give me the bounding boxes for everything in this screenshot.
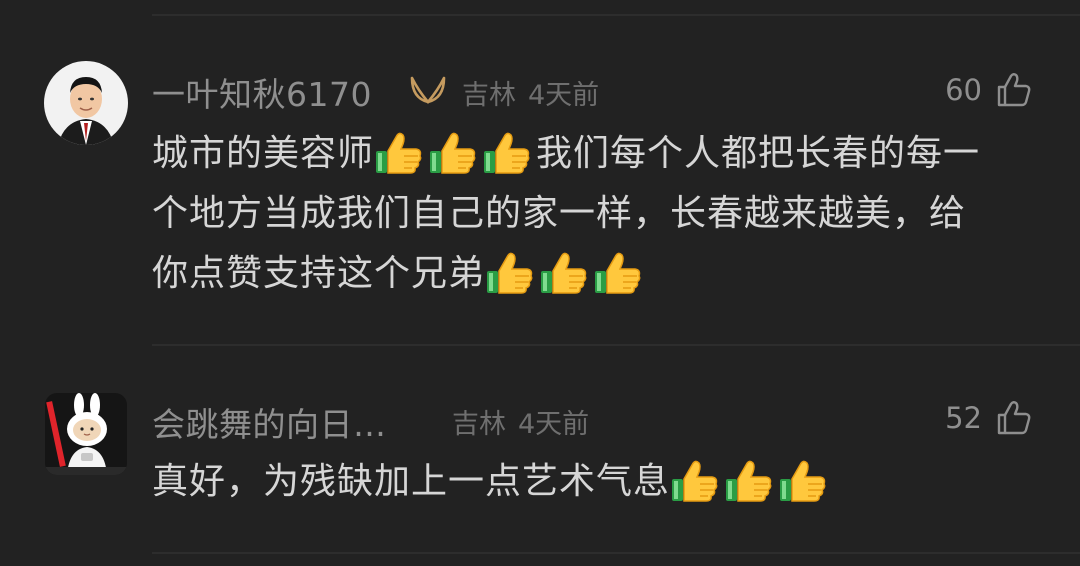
comment-time: 4天前 (528, 80, 600, 111)
comment-divider (152, 344, 1080, 346)
comment-location: 吉林 (462, 80, 516, 111)
thumbs-up-icon (996, 72, 1032, 108)
comment-text-line: 城市的美容师 我们每个人都把长春的每一 (152, 124, 1047, 184)
comment-text-line: 个地方当成我们自己的家一样，长春越来越美，给 (152, 193, 967, 234)
comment-text-part: 你点赞支持这个兄弟 (152, 253, 486, 294)
like-count: 52 (945, 401, 982, 435)
thumbs-up-emoji-icon (593, 249, 643, 297)
person-avatar-icon[interactable] (44, 61, 128, 145)
thumbs-up-icon (996, 400, 1032, 436)
comment-time: 4天前 (518, 409, 590, 440)
comment-text-part: 我们每个人都把长春的每一 (536, 133, 981, 174)
rabbit-avatar-icon[interactable] (45, 393, 127, 475)
comment-meta: 吉林 4天前 (452, 402, 589, 441)
comment-text-part: 真好，为残缺加上一点艺术气息 (152, 461, 671, 502)
comment-text: 城市的美容师 我们每个人都把长春的每一 个地方当成我们自己的家一样，长春越来越美，… (152, 124, 1047, 304)
thumbs-up-emoji-icon (539, 249, 589, 297)
comment-author[interactable]: 一叶知秋6170 (152, 68, 372, 116)
comment-text-line: 你点赞支持这个兄弟 (152, 244, 1047, 304)
thumbs-up-emoji-icon (485, 249, 535, 297)
comment-author[interactable]: 会跳舞的向日… (152, 398, 387, 446)
like-count: 60 (945, 73, 982, 107)
comment-text: 真好，为残缺加上一点艺术气息 (152, 452, 1047, 512)
comment-divider (152, 552, 1080, 554)
thumbs-up-emoji-icon (778, 457, 828, 505)
like-button[interactable]: 52 (945, 400, 1032, 436)
comment-location: 吉林 (452, 409, 506, 440)
thumbs-up-emoji-icon (670, 457, 720, 505)
comment-text-part: 城市的美容师 (152, 133, 375, 174)
thumbs-up-emoji-icon (482, 129, 532, 177)
divider-top (152, 14, 1080, 16)
vip-badge-icon (410, 76, 446, 105)
comment-text-line: 真好，为残缺加上一点艺术气息 (152, 452, 1047, 512)
thumbs-up-emoji-icon (428, 129, 478, 177)
thumbs-up-emoji-icon (724, 457, 774, 505)
thumbs-up-emoji-icon (374, 129, 424, 177)
like-button[interactable]: 60 (945, 72, 1032, 108)
comment-meta: 吉林 4天前 (462, 73, 599, 112)
